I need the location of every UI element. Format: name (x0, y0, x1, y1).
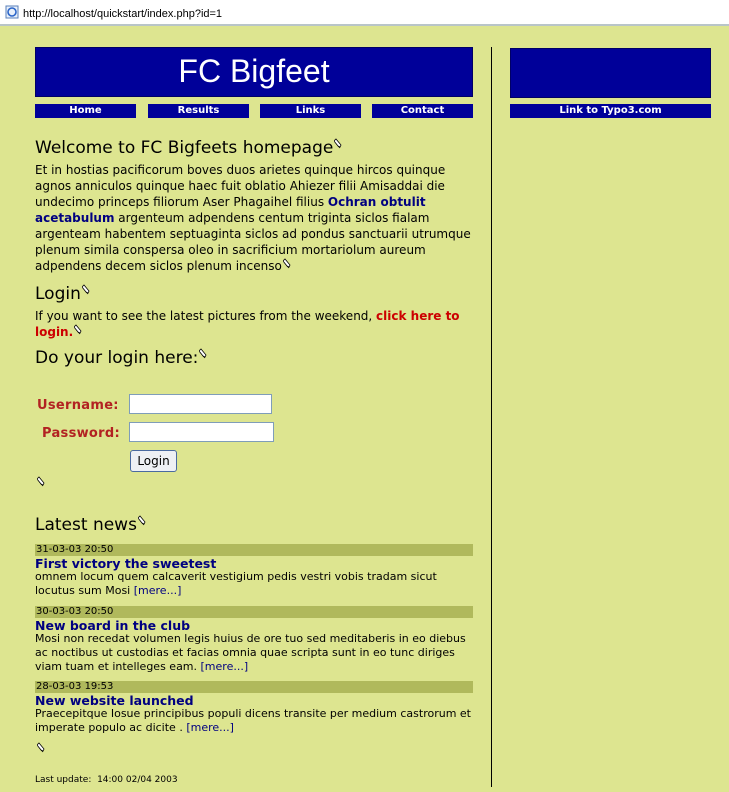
edit-pencil-icon[interactable] (37, 476, 46, 487)
login-form-heading: Do your login here: (35, 348, 208, 368)
right-banner (510, 48, 711, 98)
ie-page-icon (5, 5, 19, 19)
news-text-body: Mosi non recedat volumen legis huius de … (35, 632, 466, 673)
news-title[interactable]: New board in the club (35, 618, 190, 633)
more-link[interactable]: [mere...] (134, 584, 182, 597)
login-button[interactable]: Login (130, 450, 177, 472)
edit-pencil-icon[interactable] (137, 515, 147, 526)
news-date: 30-03-03 20:50 (35, 606, 473, 618)
news-text: Praecepitque Iosue principibus populi di… (35, 707, 475, 735)
login-text-part: If you want to see the latest pictures f… (35, 309, 377, 323)
more-link[interactable]: [mere...] (201, 660, 249, 673)
username-label: Username: (37, 398, 119, 413)
address-bar[interactable]: http://localhost/quickstart/index.php?id… (0, 0, 729, 26)
last-update: Last update: 14:00 02/04 2003 (35, 775, 178, 785)
edit-pencil-icon[interactable] (81, 284, 91, 295)
edit-pencil-icon[interactable] (74, 324, 83, 335)
news-heading-text: Latest news (35, 515, 137, 535)
site-title-banner: FC Bigfeet (35, 47, 473, 97)
welcome-text: Et in hostias pacificorum boves duos ari… (35, 162, 475, 274)
welcome-heading-text: Welcome to FC Bigfeets homepage (35, 138, 334, 158)
username-input[interactable] (129, 394, 272, 414)
edit-pencil-icon[interactable] (199, 348, 208, 359)
edit-pencil-icon[interactable] (334, 138, 343, 149)
welcome-heading: Welcome to FC Bigfeets homepage (35, 138, 343, 158)
login-heading: Login (35, 284, 91, 304)
news-title[interactable]: First victory the sweetest (35, 556, 216, 571)
nav-links[interactable]: Links (260, 104, 361, 118)
address-url[interactable]: http://localhost/quickstart/index.php?id… (23, 8, 222, 20)
more-link[interactable]: [mere...] (186, 721, 234, 734)
news-text: omnem locum quem calcaverit vestigium pe… (35, 570, 475, 598)
edit-pencil-icon[interactable] (282, 258, 292, 269)
column-divider (491, 47, 492, 787)
nav-contact[interactable]: Contact (372, 104, 473, 118)
login-text: If you want to see the latest pictures f… (35, 308, 475, 340)
password-label: Password: (42, 426, 120, 441)
typo3-link[interactable]: Link to Typo3.com (510, 104, 711, 118)
news-title[interactable]: New website launched (35, 693, 194, 708)
login-heading-text: Login (35, 284, 81, 304)
nav-results[interactable]: Results (148, 104, 249, 118)
news-heading: Latest news (35, 515, 147, 535)
news-text-body: Praecepitque Iosue principibus populi di… (35, 707, 471, 734)
nav-home[interactable]: Home (35, 104, 136, 118)
news-date: 31-03-03 20:50 (35, 544, 473, 556)
news-date: 28-03-03 19:53 (35, 681, 473, 693)
news-text: Mosi non recedat volumen legis huius de … (35, 632, 475, 674)
news-text-body: omnem locum quem calcaverit vestigium pe… (35, 570, 437, 597)
password-input[interactable] (129, 422, 274, 442)
edit-pencil-icon[interactable] (37, 742, 46, 753)
login-form-heading-text: Do your login here: (35, 348, 199, 368)
